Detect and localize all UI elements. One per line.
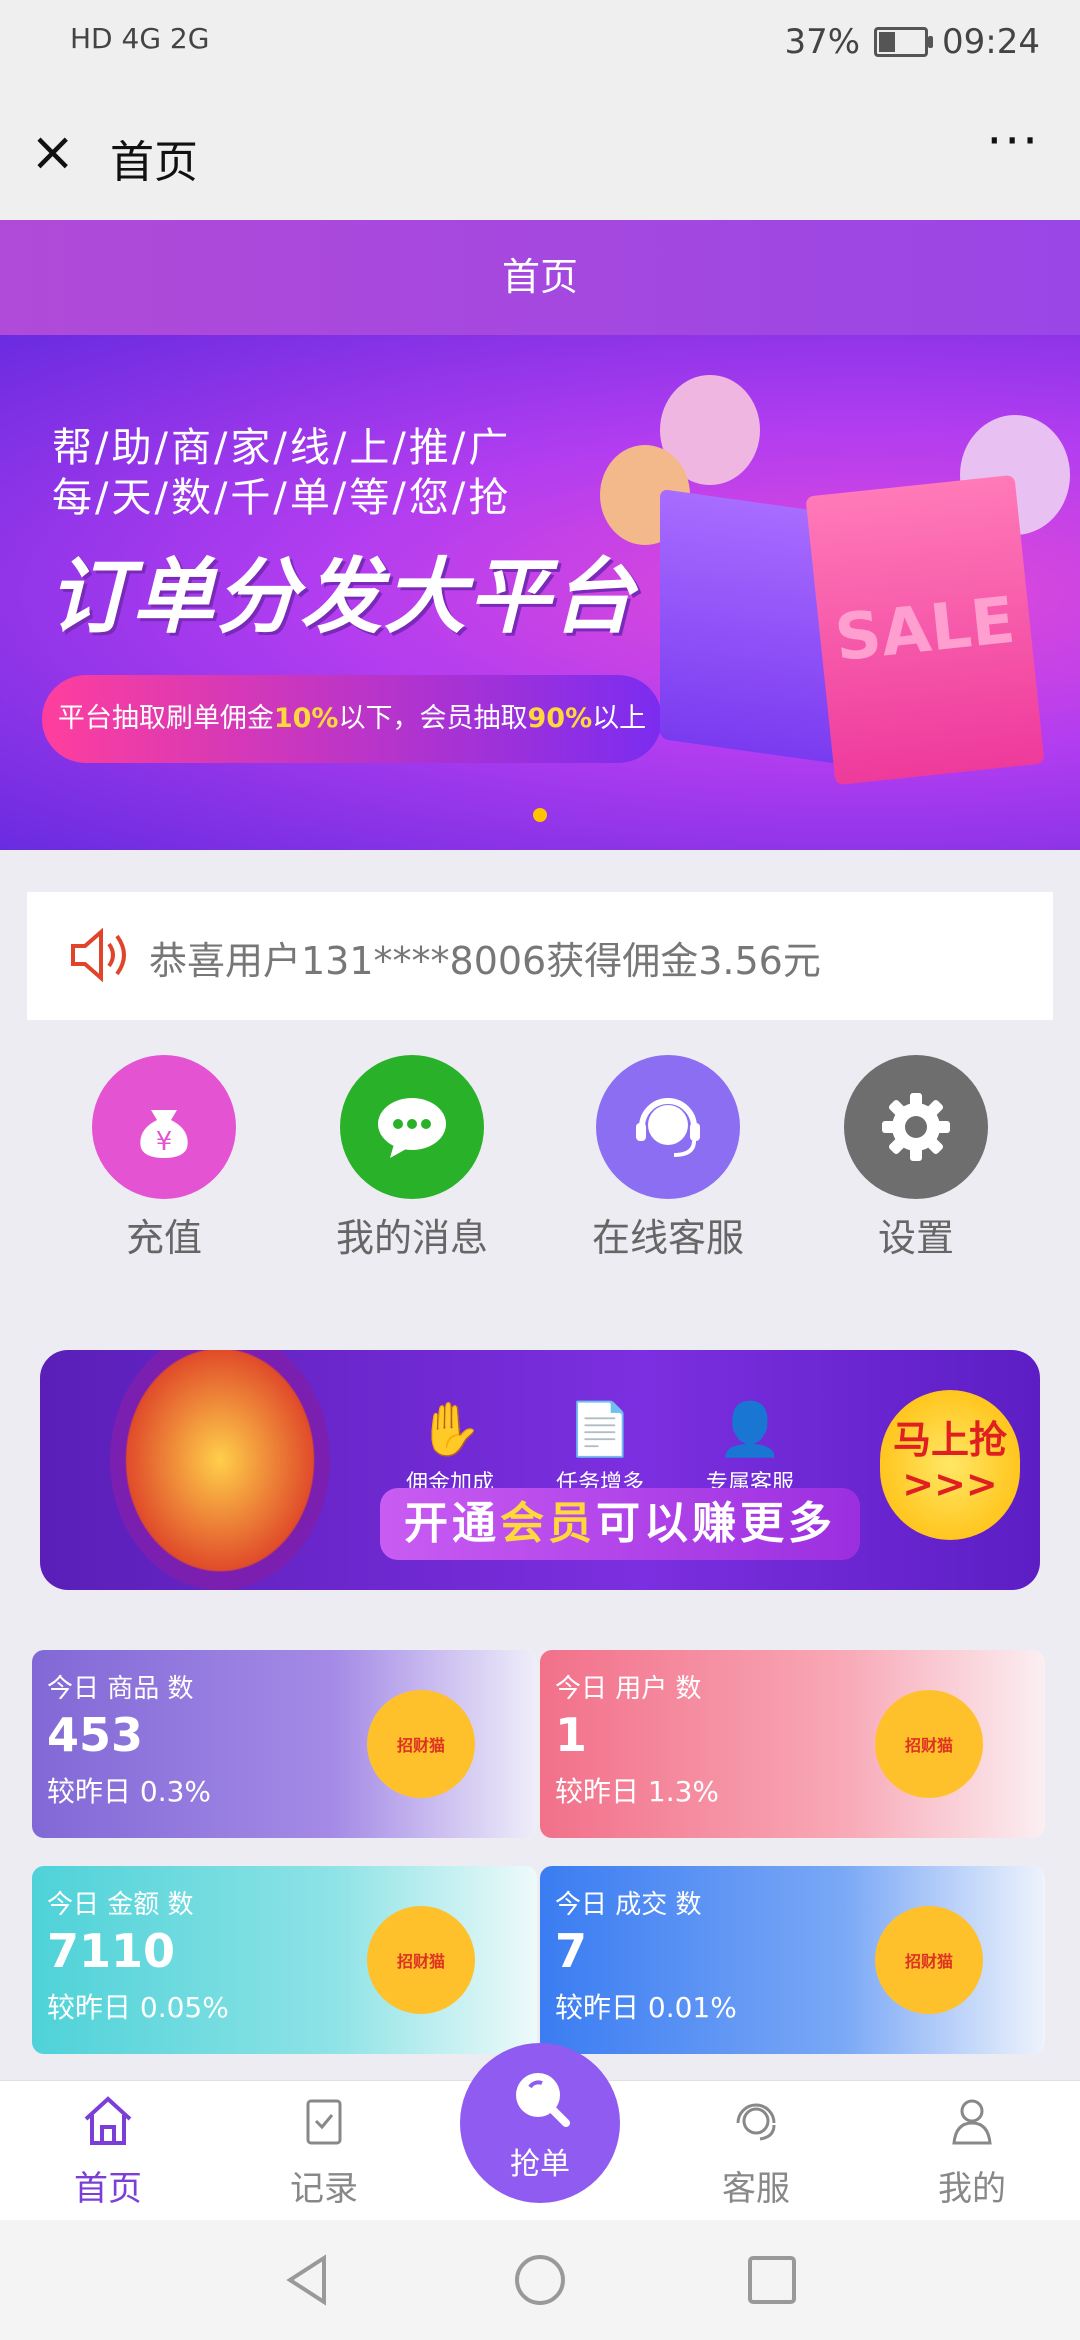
carousel-indicator[interactable] bbox=[533, 808, 547, 822]
stat-value: 7110 bbox=[47, 1924, 176, 1978]
svg-text:¥: ¥ bbox=[156, 1127, 173, 1157]
promo-banner[interactable]: 帮/助/商/家/线/上/推/广 每/天/数/千/单/等/您/抢 订单分发大平台 … bbox=[0, 335, 1080, 850]
grab-now-arrows: >>> bbox=[902, 1462, 998, 1506]
grab-now-label: 马上抢 bbox=[892, 1418, 1007, 1462]
quick-label: 我的消息 bbox=[335, 1216, 488, 1260]
banner-commission-pill: 平台抽取刷单佣金10%以下，会员抽取90%以上 bbox=[42, 675, 662, 763]
tab-records[interactable]: 记录 bbox=[244, 2091, 404, 2210]
pill-text-c: 以上 bbox=[592, 703, 647, 734]
battery-icon bbox=[874, 27, 934, 57]
stat-value: 1 bbox=[555, 1708, 588, 1762]
page-title: 首页 bbox=[0, 220, 1080, 335]
membership-promo[interactable]: ✋ 佣金加成 📄 任务增多 👤 专属客服 开通会员可以赚更多 马上抢 >>> bbox=[40, 1350, 1040, 1590]
close-icon[interactable]: × bbox=[30, 120, 75, 183]
person-icon: 👤 bbox=[717, 1400, 783, 1460]
stat-change: 较昨日 0.05% bbox=[47, 1991, 229, 2024]
hand-coin-icon: ✋ bbox=[417, 1400, 483, 1460]
document-icon: 📄 bbox=[567, 1400, 633, 1460]
more-menu-icon[interactable]: ··· bbox=[986, 112, 1040, 170]
stat-title: 今日 用户 数 bbox=[555, 1674, 702, 1704]
window-title: 首页 bbox=[110, 137, 198, 188]
money-bag-icon: ¥ bbox=[92, 1055, 236, 1199]
speaker-icon bbox=[71, 927, 126, 983]
chat-icon bbox=[340, 1055, 484, 1199]
membership-cta: 开通会员可以赚更多 bbox=[380, 1488, 860, 1560]
gear-icon bbox=[844, 1055, 988, 1199]
lucky-cat-badge: 招财猫 bbox=[875, 1690, 983, 1798]
notice-text: 恭喜用户131****8006获得佣金3.56元 bbox=[149, 939, 821, 983]
lucky-cat-badge: 招财猫 bbox=[875, 1906, 983, 2014]
cta-text-c: 可以赚更多 bbox=[596, 1498, 836, 1549]
feature-tasks: 📄 任务增多 bbox=[545, 1395, 655, 1497]
stat-card-amount: 今日 金额 数 7110 较昨日 0.05% 招财猫 bbox=[32, 1866, 537, 2054]
pill-percent-a: 10% bbox=[273, 703, 339, 734]
search-icon bbox=[516, 2073, 570, 2127]
stat-value: 453 bbox=[47, 1708, 144, 1762]
status-bar: HD 4G 2G 37% 09:24 bbox=[0, 0, 1080, 90]
quick-settings[interactable]: 设置 bbox=[816, 1055, 1016, 1262]
status-right: 37% 09:24 bbox=[784, 22, 1040, 62]
notice-bar: 恭喜用户131****8006获得佣金3.56元 bbox=[27, 892, 1053, 1020]
pill-text-b: 以下，会员抽取 bbox=[338, 703, 528, 734]
tab-label: 记录 bbox=[290, 2169, 358, 2209]
stat-change: 较昨日 0.3% bbox=[47, 1775, 212, 1808]
headset-icon bbox=[596, 1055, 740, 1199]
feature-service: 👤 专属客服 bbox=[695, 1395, 805, 1497]
back-icon[interactable] bbox=[280, 2252, 336, 2308]
stat-card-users: 今日 用户 数 1 较昨日 1.3% 招财猫 bbox=[540, 1650, 1045, 1838]
person-icon bbox=[952, 2099, 992, 2145]
banner-line-2: 每/天/数/千/单/等/您/抢 bbox=[52, 475, 512, 521]
tab-label: 客服 bbox=[722, 2169, 790, 2209]
quick-label: 在线客服 bbox=[591, 1216, 744, 1260]
quick-label: 充值 bbox=[125, 1216, 202, 1260]
feature-commission: ✋ 佣金加成 bbox=[395, 1395, 505, 1497]
recents-icon[interactable] bbox=[744, 2252, 800, 2308]
quick-support[interactable]: 在线客服 bbox=[568, 1055, 768, 1262]
system-nav-bar bbox=[0, 2220, 1080, 2340]
stat-change: 较昨日 0.01% bbox=[555, 1991, 737, 2024]
banner-headline: 订单分发大平台 bbox=[48, 550, 636, 645]
stat-card-products: 今日 商品 数 453 较昨日 0.3% 招财猫 bbox=[32, 1650, 537, 1838]
quick-label: 设置 bbox=[877, 1216, 954, 1260]
cta-text-b: 会员 bbox=[500, 1498, 596, 1549]
stat-title: 今日 商品 数 bbox=[47, 1674, 194, 1704]
pill-text-a: 平台抽取刷单佣金 bbox=[57, 703, 274, 734]
clipboard-icon bbox=[306, 2099, 342, 2145]
quick-messages[interactable]: 我的消息 bbox=[312, 1055, 512, 1262]
battery-percent: 37% bbox=[784, 22, 861, 62]
stat-title: 今日 成交 数 bbox=[555, 1890, 702, 1920]
sale-bag-image: SALE bbox=[805, 474, 1045, 786]
tab-mine[interactable]: 我的 bbox=[892, 2091, 1052, 2210]
tab-service[interactable]: 客服 bbox=[676, 2091, 836, 2210]
headset-icon bbox=[736, 2103, 776, 2141]
stat-value: 7 bbox=[555, 1924, 588, 1978]
home-icon bbox=[84, 2096, 132, 2145]
quick-recharge[interactable]: ¥ 充值 bbox=[64, 1055, 264, 1262]
cta-text-a: 开通 bbox=[404, 1498, 500, 1549]
lucky-cat-badge: 招财猫 bbox=[367, 1906, 475, 2014]
stat-change: 较昨日 1.3% bbox=[555, 1775, 720, 1808]
clock: 09:24 bbox=[942, 22, 1040, 62]
grab-now-button[interactable]: 马上抢 >>> bbox=[880, 1390, 1020, 1540]
tab-label: 我的 bbox=[938, 2169, 1006, 2209]
network-indicator: HD 4G 2G bbox=[70, 22, 210, 55]
home-button-icon[interactable] bbox=[512, 2252, 568, 2308]
app-title-bar: × 首页 ··· bbox=[0, 90, 1080, 220]
tab-label: 首页 bbox=[74, 2169, 142, 2209]
mascot-image bbox=[110, 1350, 330, 1590]
grab-order-label: 抢单 bbox=[510, 2147, 570, 2182]
lucky-cat-badge: 招财猫 bbox=[367, 1690, 475, 1798]
tab-home[interactable]: 首页 bbox=[28, 2091, 188, 2210]
stat-card-deals: 今日 成交 数 7 较昨日 0.01% 招财猫 bbox=[540, 1866, 1045, 2054]
stat-title: 今日 金额 数 bbox=[47, 1890, 194, 1920]
pill-percent-b: 90% bbox=[527, 703, 593, 734]
grab-order-button[interactable]: 抢单 bbox=[460, 2043, 620, 2203]
